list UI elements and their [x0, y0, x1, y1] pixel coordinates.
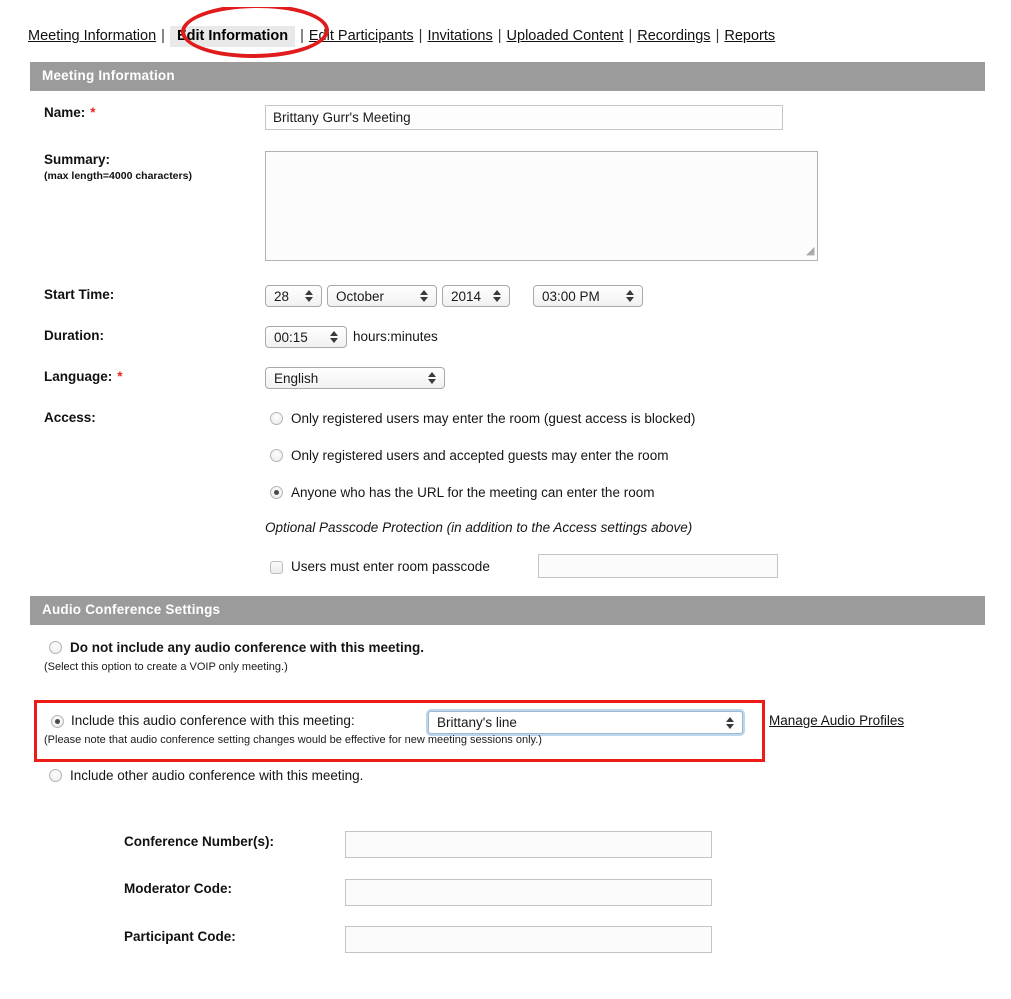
access-radio-registered-only[interactable]: [270, 412, 283, 425]
tab-separator: |: [161, 28, 165, 44]
stepper-icon: [326, 331, 346, 343]
ellipse-top-clip: [176, 0, 336, 7]
tab-meeting-information[interactable]: Meeting Information: [28, 28, 156, 44]
start-day-value: 28: [274, 288, 290, 304]
tab-uploaded-content[interactable]: Uploaded Content: [507, 28, 624, 44]
audio-option-label: Do not include any audio conference with…: [70, 640, 425, 655]
passcode-protection-heading: Optional Passcode Protection (in additio…: [265, 520, 693, 535]
summary-sublabel: (max length=4000 characters): [44, 170, 192, 182]
access-option-label: Only registered users may enter the room…: [291, 411, 696, 426]
section-title: Meeting Information: [42, 68, 175, 83]
audio-profile-select[interactable]: Brittany's line: [428, 711, 743, 734]
start-day-select[interactable]: 28: [265, 285, 322, 307]
audio-radio-include-this-conference[interactable]: [51, 715, 64, 728]
access-label: Access:: [44, 410, 96, 425]
section-title: Audio Conference Settings: [42, 602, 221, 617]
meeting-name-input[interactable]: [265, 105, 783, 130]
moderator-code-input[interactable]: [345, 879, 712, 906]
tab-bar[interactable]: Meeting Information | Edit Information |…: [28, 26, 775, 48]
stepper-icon: [424, 372, 444, 384]
required-marker: *: [90, 105, 96, 120]
passcode-required-checkbox[interactable]: [270, 561, 283, 574]
manage-audio-profiles-link[interactable]: Manage Audio Profiles: [769, 713, 904, 728]
tab-invitations[interactable]: Invitations: [427, 28, 492, 44]
required-marker: *: [117, 369, 123, 384]
audio-option-note: (Select this option to create a VOIP onl…: [44, 661, 288, 673]
tab-edit-information[interactable]: Edit Information: [169, 26, 296, 47]
language-value: English: [274, 370, 319, 386]
start-month-select[interactable]: October: [327, 285, 437, 307]
tab-separator: |: [715, 28, 720, 44]
tab-separator: |: [497, 28, 502, 44]
room-passcode-input[interactable]: [538, 554, 778, 578]
stepper-icon: [622, 290, 642, 302]
duration-label: Duration:: [44, 328, 104, 343]
summary-label: Summary:: [44, 152, 111, 167]
language-label: Language: *: [44, 369, 123, 384]
start-time-value: 03:00 PM: [542, 288, 600, 304]
access-radio-anyone-with-url[interactable]: [270, 486, 283, 499]
tab-separator: |: [418, 28, 423, 44]
passcode-checkbox-label: Users must enter room passcode: [291, 559, 490, 574]
stepper-icon: [722, 716, 742, 729]
tab-recordings[interactable]: Recordings: [637, 28, 710, 44]
audio-option-label: Include other audio conference with this…: [70, 768, 364, 783]
start-year-value: 2014: [451, 288, 482, 304]
participant-code-input[interactable]: [345, 926, 712, 953]
summary-textarea[interactable]: [265, 151, 818, 261]
conference-numbers-input[interactable]: [345, 831, 712, 858]
audio-radio-include-other-conference[interactable]: [49, 769, 62, 782]
stepper-icon: [301, 290, 321, 302]
participant-code-label: Participant Code:: [124, 929, 236, 944]
start-year-select[interactable]: 2014: [442, 285, 510, 307]
audio-radio-no-conference[interactable]: [49, 641, 62, 654]
access-option-label: Only registered users and accepted guest…: [291, 448, 669, 463]
tab-separator: |: [628, 28, 633, 44]
access-option-label: Anyone who has the URL for the meeting c…: [291, 485, 655, 500]
language-select[interactable]: English: [265, 367, 445, 389]
name-label: Name: *: [44, 105, 96, 120]
tab-separator: |: [300, 28, 304, 44]
moderator-code-label: Moderator Code:: [124, 881, 232, 896]
section-header-meeting-information: Meeting Information: [30, 62, 985, 91]
start-time-select[interactable]: 03:00 PM: [533, 285, 643, 307]
start-month-value: October: [336, 288, 385, 304]
audio-option-note: (Please note that audio conference setti…: [44, 734, 542, 746]
duration-value: 00:15: [274, 329, 308, 345]
stepper-icon: [416, 290, 436, 302]
tab-edit-participants[interactable]: Edit Participants: [309, 28, 414, 44]
start-time-label: Start Time:: [44, 287, 115, 302]
conference-numbers-label: Conference Number(s):: [124, 834, 275, 849]
duration-units-label: hours:minutes: [353, 329, 438, 344]
audio-profile-value: Brittany's line: [437, 715, 517, 730]
access-radio-registered-and-guests[interactable]: [270, 449, 283, 462]
tab-reports[interactable]: Reports: [724, 28, 775, 44]
stepper-icon: [489, 290, 509, 302]
section-header-audio-conference-settings: Audio Conference Settings: [30, 596, 985, 625]
audio-option-label: Include this audio conference with this …: [71, 713, 355, 728]
duration-select[interactable]: 00:15: [265, 326, 347, 348]
